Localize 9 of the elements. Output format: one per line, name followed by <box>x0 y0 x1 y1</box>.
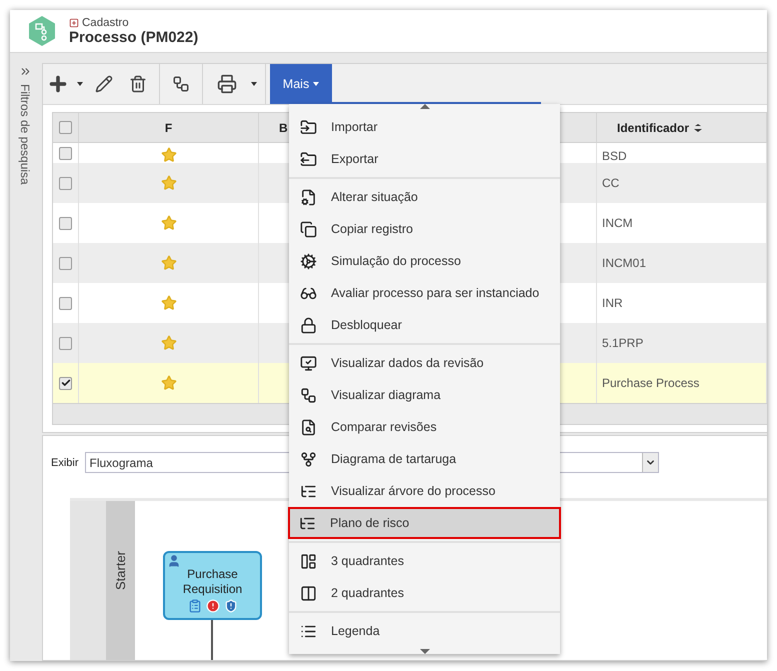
page-title: Processo (PM022) <box>69 28 198 46</box>
node-label: Purchase Requisition <box>182 567 244 597</box>
table-cell: CC <box>597 163 767 203</box>
table-cell: INCM01 <box>597 243 767 283</box>
breadcrumb: Cadastro <box>82 16 129 28</box>
view-label: Exibir <box>51 456 79 468</box>
table-cell: 5.1PRP <box>597 323 767 363</box>
lane-label: Starter <box>113 551 128 590</box>
table-cell: Purchase Process <box>597 363 767 403</box>
